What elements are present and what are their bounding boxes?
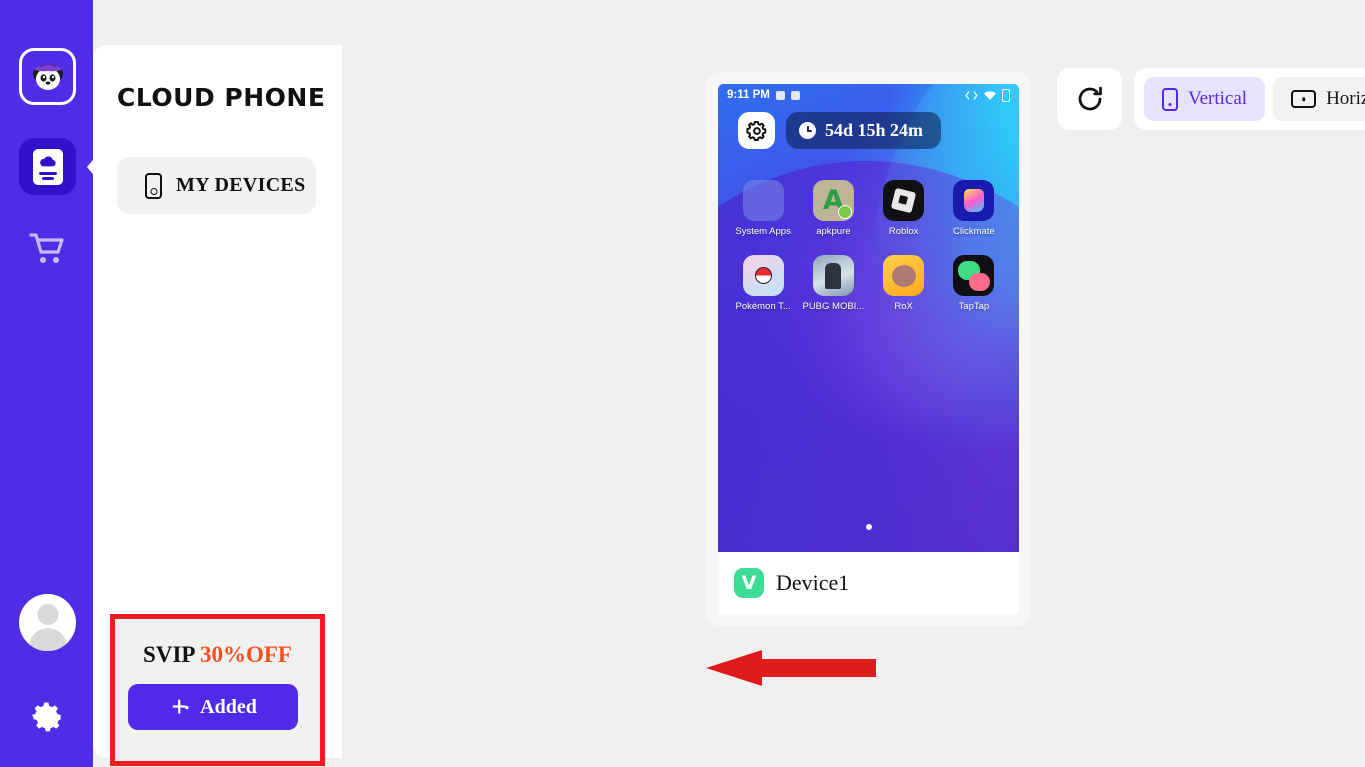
avatar[interactable] <box>19 594 76 651</box>
apkpure-icon: A <box>812 180 854 221</box>
panda-logo-icon[interactable] <box>19 48 76 105</box>
svip-label: SVIP <box>143 642 195 667</box>
sidebar-item-settings[interactable] <box>29 699 65 735</box>
refresh-icon <box>1078 86 1102 111</box>
device-status-badge: V <box>734 568 764 598</box>
app-label: Clickmate <box>953 226 995 237</box>
taptap-icon <box>953 255 995 296</box>
main-stage: Vertical Horizontal Sorting <box>342 0 1365 767</box>
tab-horizontal-label: Horizontal <box>1326 88 1365 109</box>
app-label: Pokémon T... <box>735 301 791 312</box>
svip-title: SVIP 30%OFF <box>110 642 325 668</box>
device-card-footer: V Device1 <box>718 552 1019 614</box>
sidebar-item-my-devices[interactable]: MY DEVICES <box>117 157 316 214</box>
left-panel: CLOUD PHONE MY DEVICES SVIP 30%OFF Added <box>93 45 342 766</box>
pubg-icon <box>812 255 854 296</box>
pokemon-icon <box>742 255 784 296</box>
tab-horizontal[interactable]: Horizontal <box>1273 77 1365 121</box>
app-item-apkpure[interactable]: A apkpure <box>798 180 868 237</box>
cast-icon <box>965 90 978 100</box>
app-label: System Apps <box>735 226 791 237</box>
wallpaper <box>718 84 1019 614</box>
app-item-clickmate[interactable]: Clickmate <box>939 180 1009 237</box>
app-label: PUBG MOBI... <box>802 301 865 312</box>
app-label: RoX <box>894 301 913 312</box>
app-label: apkpure <box>816 226 851 237</box>
svip-discount: 30%OFF <box>199 642 292 667</box>
device-name: Device1 <box>776 570 850 595</box>
gear-icon <box>745 120 766 141</box>
clickmate-icon <box>953 180 995 221</box>
notification-icon <box>790 90 800 100</box>
cloud-device-icon <box>32 148 63 185</box>
app-item-system-apps[interactable]: System Apps <box>728 180 798 237</box>
view-toolbar: Vertical Horizontal Sorting <box>1134 68 1365 130</box>
app-grid: System Apps A apkpure Roblox Clickmate P… <box>718 180 1019 312</box>
status-bar: 9:11 PM <box>718 84 1019 106</box>
refresh-button[interactable] <box>1057 68 1122 130</box>
shopping-cart-icon <box>28 232 64 263</box>
device-card[interactable]: 9:11 PM 54d 15h 24m System Apps A apkpur… <box>706 72 1031 626</box>
avatar-body <box>28 628 67 651</box>
added-button[interactable]: Added <box>128 684 298 730</box>
tab-vertical-label: Vertical <box>1188 88 1248 109</box>
app-item-taptap[interactable]: TapTap <box>939 255 1009 312</box>
folder-icon <box>742 180 784 221</box>
page-title: CLOUD PHONE <box>117 83 326 112</box>
app-item-pubg[interactable]: PUBG MOBI... <box>798 255 868 312</box>
wifi-icon <box>983 90 997 100</box>
roblox-icon <box>883 180 925 221</box>
tab-vertical[interactable]: Vertical <box>1144 77 1266 121</box>
phone-screen[interactable]: 9:11 PM 54d 15h 24m System Apps A apkpur… <box>718 84 1019 614</box>
vertical-layout-icon <box>1162 87 1178 111</box>
phone-icon <box>145 172 162 199</box>
battery-icon <box>1002 88 1010 102</box>
rox-icon <box>883 255 925 296</box>
remaining-time-badge: 54d 15h 24m <box>786 112 942 149</box>
sidebar-item-store[interactable] <box>19 220 76 277</box>
app-label: TapTap <box>958 301 990 312</box>
sparkle-icon <box>172 699 189 713</box>
remaining-time-label: 54d 15h 24m <box>825 120 924 140</box>
annotation-arrow <box>706 650 876 686</box>
app-root: CLOUD PHONE MY DEVICES SVIP 30%OFF Added <box>0 0 1365 767</box>
svip-promo[interactable]: SVIP 30%OFF Added <box>110 614 325 766</box>
device-settings-button[interactable] <box>738 112 775 149</box>
gear-icon <box>32 702 63 732</box>
sidebar-item-cloud-phone[interactable] <box>19 138 76 195</box>
added-button-label: Added <box>200 695 257 718</box>
avatar-head <box>37 604 58 625</box>
page-indicator <box>865 524 872 530</box>
sidebar-rail <box>0 0 93 767</box>
status-time: 9:11 PM <box>727 89 770 101</box>
app-item-pokemon[interactable]: Pokémon T... <box>728 255 798 312</box>
sidebar-item-label: MY DEVICES <box>176 174 306 196</box>
notification-icon <box>775 90 785 100</box>
horizontal-layout-icon <box>1291 90 1317 108</box>
clock-icon <box>799 122 816 139</box>
app-item-rox[interactable]: RoX <box>869 255 939 312</box>
app-item-roblox[interactable]: Roblox <box>869 180 939 237</box>
app-label: Roblox <box>888 226 919 237</box>
